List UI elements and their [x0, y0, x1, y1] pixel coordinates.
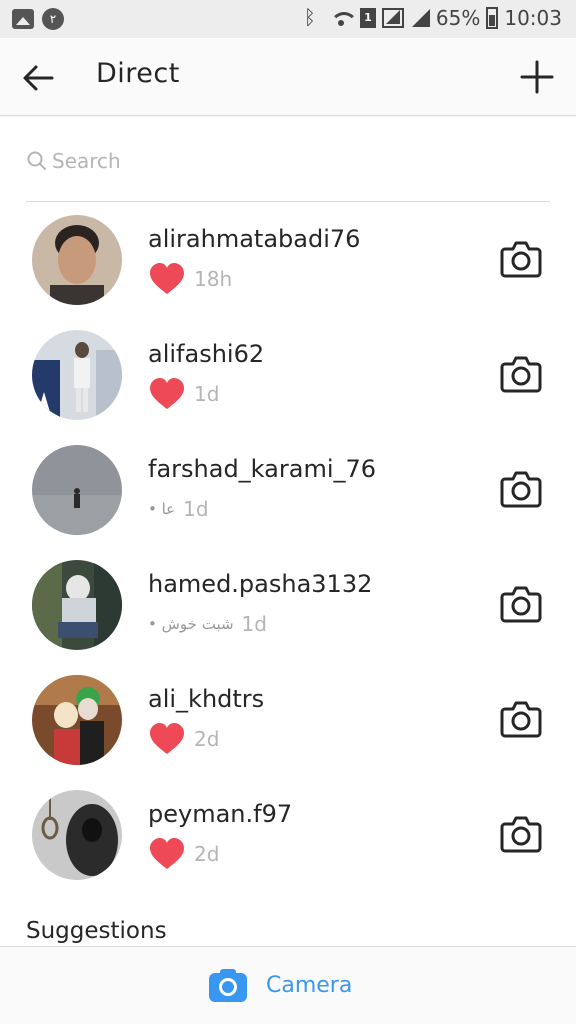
arrow-left-icon	[23, 65, 54, 91]
camera-icon[interactable]	[500, 814, 542, 854]
avatar[interactable]	[32, 790, 122, 880]
avatar[interactable]	[32, 445, 122, 535]
back-button[interactable]	[20, 60, 56, 96]
camera-icon[interactable]	[500, 354, 542, 394]
signal-sim1-icon	[381, 8, 404, 28]
status-bar-left: ۲	[12, 8, 64, 30]
camera-icon[interactable]	[500, 239, 542, 279]
plus-icon	[520, 60, 554, 94]
gallery-notification-icon	[12, 9, 34, 29]
camera-icon[interactable]	[500, 584, 542, 624]
signal-sim2-icon	[410, 8, 430, 28]
avatar[interactable]	[32, 560, 122, 650]
bottom-bar: Camera	[0, 946, 576, 1024]
thread-row[interactable]: peyman.f97 2d	[0, 790, 576, 905]
camera-icon[interactable]	[500, 699, 542, 739]
thread-time: 1d	[183, 497, 209, 521]
camera-label: Camera	[266, 972, 353, 998]
thread-meta: 2d	[148, 721, 219, 757]
thread-username: farshad_karami_76	[148, 455, 377, 483]
thread-username: peyman.f97	[148, 800, 293, 828]
page-title: Direct	[96, 58, 180, 89]
avatar[interactable]	[32, 215, 122, 305]
notification-count-badge: ۲	[42, 8, 64, 30]
suggestions-heading: Suggestions	[26, 918, 167, 944]
camera-button[interactable]: Camera	[208, 967, 352, 1003]
sim-icon: 1	[359, 8, 376, 28]
thread-meta: 1d	[148, 376, 219, 412]
thread-row[interactable]: alifashi62 1d	[0, 330, 576, 445]
heart-icon	[150, 378, 184, 409]
bluetooth-icon	[302, 5, 322, 29]
thread-meta: 18h	[148, 261, 232, 297]
top-app-bar: Direct	[0, 38, 576, 116]
search-bar	[26, 140, 550, 202]
thread-preview: عا •	[148, 500, 176, 518]
battery-percent: 65%	[435, 6, 481, 30]
thread-row[interactable]: farshad_karami_76 عا • 1d	[0, 445, 576, 560]
thread-meta: 2d	[148, 836, 219, 872]
thread-time: 1d	[194, 382, 220, 406]
heart-icon	[150, 838, 184, 869]
avatar[interactable]	[32, 675, 122, 765]
search-icon	[27, 151, 46, 170]
thread-time: 1d	[241, 612, 267, 636]
status-bar: ۲ 1 65% 10:03	[0, 0, 576, 38]
thread-username: alirahmatabadi76	[148, 225, 361, 253]
clock: 10:03	[504, 6, 562, 30]
search-input[interactable]	[52, 144, 532, 178]
thread-meta: شبت خوش • 1d	[148, 606, 267, 642]
thread-meta: عا • 1d	[148, 491, 209, 527]
thread-row[interactable]: ali_khdtrs 2d	[0, 675, 576, 790]
thread-time: 2d	[194, 842, 220, 866]
camera-filled-icon	[209, 969, 247, 1002]
status-bar-right: 1 65% 10:03	[302, 5, 562, 30]
thread-username: hamed.pasha3132	[148, 570, 373, 598]
thread-username: alifashi62	[148, 340, 265, 368]
avatar[interactable]	[32, 330, 122, 420]
thread-row[interactable]: alirahmatabadi76 18h	[0, 215, 576, 330]
heart-icon	[150, 263, 184, 294]
thread-preview: شبت خوش •	[148, 615, 234, 633]
wifi-icon	[328, 8, 358, 28]
heart-icon	[150, 723, 184, 754]
camera-icon[interactable]	[500, 469, 542, 509]
thread-row[interactable]: hamed.pasha3132 شبت خوش • 1d	[0, 560, 576, 675]
battery-icon	[486, 7, 499, 29]
thread-username: ali_khdtrs	[148, 685, 265, 713]
thread-time: 2d	[194, 727, 220, 751]
thread-time: 18h	[194, 267, 233, 291]
new-message-button[interactable]	[518, 58, 556, 96]
